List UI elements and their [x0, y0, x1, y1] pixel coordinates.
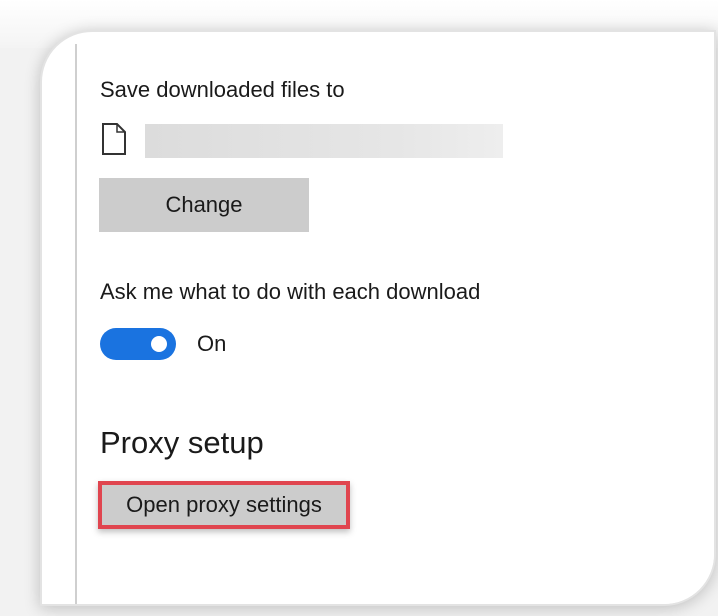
screenshot-stage: Save downloaded files to Change Ask me w…: [0, 0, 718, 616]
change-location-button[interactable]: Change: [99, 178, 309, 232]
ask-each-download-toggle[interactable]: [100, 328, 176, 360]
save-location-path: [145, 124, 503, 158]
save-location-label: Save downloaded files to: [100, 77, 345, 102]
settings-card: Save downloaded files to Change Ask me w…: [40, 30, 716, 606]
toggle-knob: [151, 336, 167, 352]
proxy-section-title: Proxy setup: [100, 425, 264, 460]
toggle-state-label: On: [197, 331, 227, 356]
open-proxy-settings-button[interactable]: Open proxy settings: [98, 481, 350, 529]
downloads-settings-panel: Save downloaded files to Change Ask me w…: [75, 44, 714, 604]
ask-each-download-label: Ask me what to do with each download: [100, 279, 481, 304]
folder-icon: [102, 123, 126, 155]
